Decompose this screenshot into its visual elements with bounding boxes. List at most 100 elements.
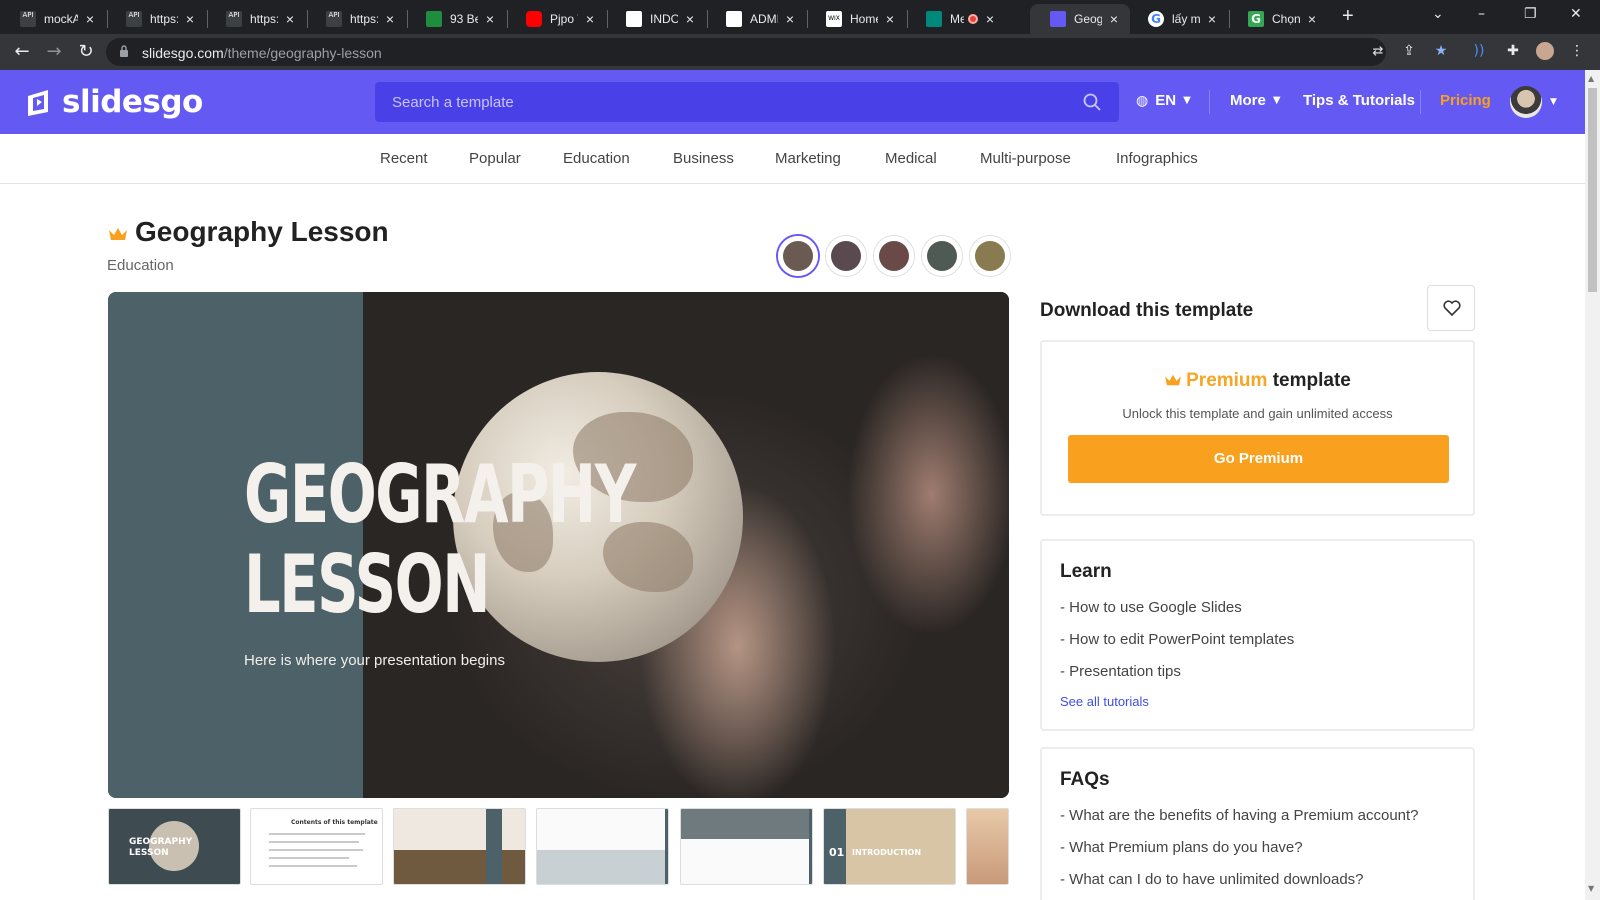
learn-link-presentation-tips[interactable]: - Presentation tips <box>1060 663 1181 680</box>
slide-preview[interactable]: GEOGRAPHY LESSON Here is where your pres… <box>108 292 1009 798</box>
lock-icon <box>120 45 128 57</box>
premium-word: Premium <box>1186 370 1268 391</box>
search-icon[interactable] <box>1083 93 1101 111</box>
browser-tab[interactable]: INDOC × <box>606 4 706 34</box>
learn-title: Learn <box>1060 561 1112 582</box>
category-recent[interactable]: Recent <box>380 150 428 167</box>
close-icon[interactable]: × <box>1304 11 1320 27</box>
more-menu[interactable]: More ▼ <box>1230 92 1281 109</box>
tips-tutorials-link[interactable]: Tips & Tutorials <box>1303 92 1415 109</box>
browser-tab[interactable]: API https:// × <box>106 4 206 34</box>
browser-tab[interactable]: 93 Bea × <box>406 4 506 34</box>
tab-title: INDOC <box>650 12 678 26</box>
color-variant-4[interactable] <box>922 236 962 276</box>
close-icon[interactable]: × <box>482 11 498 27</box>
slide-thumbnail-7[interactable] <box>966 808 1009 885</box>
color-variant-3[interactable] <box>874 236 914 276</box>
browser-tab[interactable]: API https:// × <box>206 4 306 34</box>
slide-thumbnail-2[interactable]: Contents of this template <box>250 808 383 885</box>
close-icon[interactable]: × <box>582 11 598 27</box>
tab-search-icon[interactable]: ⌄ <box>1432 6 1444 22</box>
learn-link-powerpoint[interactable]: - How to edit PowerPoint templates <box>1060 631 1294 648</box>
heart-icon <box>1443 300 1461 316</box>
caret-down-icon[interactable]: ▼ <box>1550 97 1557 107</box>
browser-tab[interactable]: G Chọn m × <box>1228 4 1328 34</box>
close-icon[interactable]: × <box>82 11 98 27</box>
browser-tab[interactable]: API https:// × <box>306 4 406 34</box>
restore-icon[interactable]: ❐ <box>1524 6 1537 22</box>
category-marketing[interactable]: Marketing <box>775 150 841 167</box>
minimize-icon[interactable]: – <box>1478 6 1485 22</box>
address-bar[interactable]: slidesgo.com/theme/geography-lesson ⇄ <box>106 38 1386 66</box>
language-label: EN <box>1155 92 1177 109</box>
go-premium-button[interactable]: Go Premium <box>1068 435 1449 483</box>
close-icon[interactable]: × <box>882 11 898 27</box>
category-medical[interactable]: Medical <box>885 150 937 167</box>
forward-icon[interactable]: → <box>43 41 65 63</box>
back-icon[interactable]: ← <box>11 41 33 63</box>
slide-thumbnail-5[interactable] <box>680 808 813 885</box>
close-icon[interactable]: × <box>682 11 698 27</box>
faq-link-unlimited[interactable]: - What can I do to have unlimited downlo… <box>1060 871 1364 888</box>
slide-thumbnail-6[interactable]: 01 INTRODUCTION <box>823 808 956 885</box>
browser-tab[interactable]: ADMIN × <box>706 4 806 34</box>
url-host: slidesgo.com <box>142 45 224 61</box>
color-variant-2[interactable] <box>826 236 866 276</box>
extensions-puzzle-icon[interactable]: ✚ <box>1504 42 1522 60</box>
pricing-link[interactable]: Pricing <box>1440 92 1491 109</box>
slidesgo-logo[interactable]: slidesgo <box>24 84 203 120</box>
browser-tab-active[interactable]: Geogra × <box>1030 4 1130 34</box>
download-title: Download this template <box>1040 300 1254 321</box>
browser-tab[interactable]: API mockA × <box>0 4 106 34</box>
slide-thumbnail-4[interactable] <box>536 808 669 885</box>
category-infographics[interactable]: Infographics <box>1116 150 1198 167</box>
premium-rest: template <box>1267 370 1351 391</box>
learn-link-google-slides[interactable]: - How to use Google Slides <box>1060 599 1242 616</box>
extension-audio-icon[interactable]: )) <box>1470 42 1488 60</box>
browser-tab[interactable]: Me × <box>906 4 1006 34</box>
scrollbar-thumb[interactable] <box>1588 88 1597 292</box>
doc-icon <box>726 11 742 27</box>
close-icon[interactable]: × <box>1106 11 1122 27</box>
menu-dots-icon[interactable]: ⋮ <box>1568 42 1586 60</box>
close-icon[interactable]: × <box>182 11 198 27</box>
bookmark-star-icon[interactable]: ★ <box>1432 42 1450 60</box>
search-input[interactable] <box>375 82 1075 122</box>
profile-icon[interactable] <box>1536 42 1554 60</box>
close-icon[interactable]: × <box>982 11 998 27</box>
share-icon[interactable]: ⇪ <box>1400 42 1418 60</box>
favorite-button[interactable] <box>1427 285 1475 331</box>
thumb-panel <box>809 809 812 884</box>
browser-tab[interactable]: WIX Home × <box>806 4 906 34</box>
browser-toolbar: ← → ↻ slidesgo.com/theme/geography-lesso… <box>0 34 1600 70</box>
color-variant-1[interactable] <box>778 236 818 276</box>
faq-link-plans[interactable]: - What Premium plans do you have? <box>1060 839 1303 856</box>
new-tab-icon[interactable]: + <box>1342 6 1354 26</box>
category-business[interactable]: Business <box>673 150 734 167</box>
category-popular[interactable]: Popular <box>469 150 521 167</box>
close-icon[interactable]: × <box>782 11 798 27</box>
premium-subtitle: Unlock this template and gain unlimited … <box>1122 406 1393 421</box>
slide-thumbnail-3[interactable] <box>393 808 526 885</box>
language-selector[interactable]: ◍ EN ▼ <box>1136 92 1191 109</box>
scroll-up-arrow-icon[interactable]: ▲ <box>1588 74 1594 83</box>
window-close-icon[interactable]: ✕ <box>1570 6 1582 22</box>
close-icon[interactable]: × <box>382 11 398 27</box>
browser-tab[interactable]: Pjpo VS × <box>506 4 606 34</box>
category-education[interactable]: Education <box>563 150 630 167</box>
header-divider <box>1420 90 1421 114</box>
template-category[interactable]: Education <box>107 257 174 274</box>
close-icon[interactable]: × <box>1204 11 1220 27</box>
browser-tab[interactable]: G lấy mã × <box>1128 4 1228 34</box>
see-all-tutorials-link[interactable]: See all tutorials <box>1060 694 1149 709</box>
category-multi-purpose[interactable]: Multi-purpose <box>980 150 1071 167</box>
slide-thumbnail-1[interactable]: GEOGRAPHY LESSON <box>108 808 241 885</box>
faq-link-benefits[interactable]: - What are the benefits of having a Prem… <box>1060 807 1419 824</box>
color-variant-5[interactable] <box>970 236 1010 276</box>
reload-icon[interactable]: ↻ <box>75 41 97 63</box>
translate-icon[interactable]: ⇄ <box>1370 44 1386 60</box>
faq-title: FAQs <box>1060 769 1110 790</box>
user-avatar[interactable] <box>1510 86 1542 118</box>
close-icon[interactable]: × <box>282 11 298 27</box>
scroll-down-arrow-icon[interactable]: ▼ <box>1588 884 1594 893</box>
